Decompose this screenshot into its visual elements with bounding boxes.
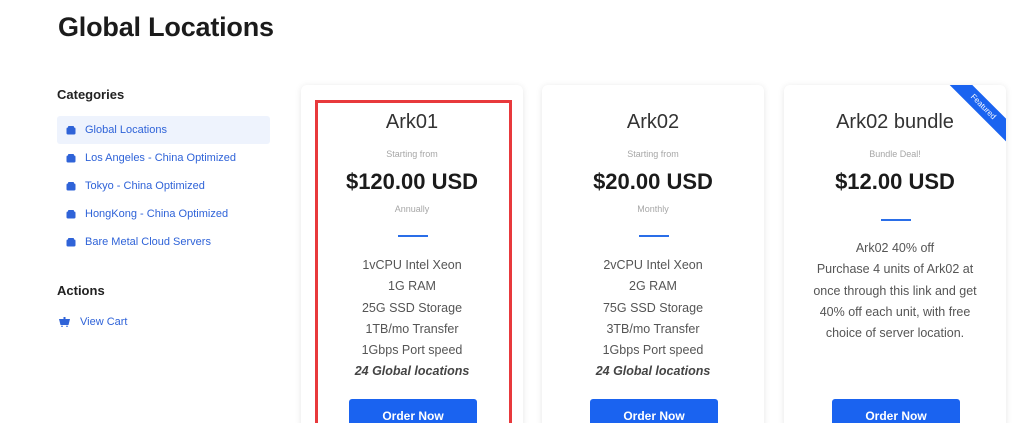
divider	[398, 235, 428, 237]
description-line: Purchase 4 units of Ark02 at	[816, 262, 974, 277]
description-line: once through this link and get	[813, 283, 977, 298]
category-tokyo[interactable]: Tokyo - China Optimized	[57, 172, 270, 200]
order-now-button[interactable]: Order Now	[832, 399, 960, 423]
price-prefix: Starting from	[386, 149, 438, 159]
product-price: $20.00 USD	[593, 169, 713, 194]
product-card-ark02-bundle: Featured Ark02 bundle Bundle Deal! $12.0…	[784, 85, 1006, 423]
category-label: Global Locations	[85, 124, 167, 136]
category-label: Tokyo - China Optimized	[85, 180, 205, 192]
category-global-locations[interactable]: Global Locations	[57, 116, 270, 144]
categories-list: Global Locations Los Angeles - China Opt…	[57, 116, 270, 256]
product-price: $120.00 USD	[345, 169, 479, 194]
description-line: 40% off each unit, with free	[819, 304, 971, 319]
product-name: Ark02	[626, 111, 680, 133]
product-name: Ark01	[385, 111, 439, 133]
billing-cycle: Annually	[394, 204, 430, 214]
divider	[639, 235, 669, 237]
feature-item: 2G RAM	[629, 279, 677, 294]
locations-feature: 24 Global locations	[595, 364, 711, 379]
cube-icon	[66, 209, 76, 218]
category-bare-metal[interactable]: Bare Metal Cloud Servers	[57, 228, 270, 256]
feature-item: 1Gbps Port speed	[602, 343, 704, 358]
actions-block: Actions View Cart	[57, 282, 270, 336]
product-card-ark02: Ark02 Starting from $20.00 USD Monthly 2…	[542, 85, 764, 423]
feature-item: 3TB/mo Transfer	[606, 321, 700, 336]
feature-item: 1Gbps Port speed	[361, 343, 463, 358]
feature-item: 1TB/mo Transfer	[365, 321, 459, 336]
description-line: choice of server location.	[825, 326, 965, 341]
description-line: Ark02 40% off	[855, 241, 935, 255]
cube-icon	[66, 181, 76, 190]
page-title: Global Locations	[58, 12, 274, 42]
actions-heading: Actions	[57, 283, 105, 298]
cube-icon	[66, 237, 76, 246]
order-now-button[interactable]: Order Now	[590, 399, 718, 423]
feature-list: 1vCPU Intel Xeon 1G RAM 25G SSD Storage …	[301, 255, 523, 383]
order-now-button[interactable]: Order Now	[349, 399, 477, 423]
product-price: $12.00 USD	[835, 169, 955, 194]
feature-item: 75G SSD Storage	[602, 300, 704, 315]
view-cart-label: View Cart	[80, 316, 128, 328]
categories-heading: Categories	[57, 87, 125, 102]
product-card-ark01: Ark01 Starting from $120.00 USD Annually…	[301, 85, 523, 423]
category-los-angeles[interactable]: Los Angeles - China Optimized	[57, 144, 270, 172]
feature-item: 1vCPU Intel Xeon	[362, 258, 462, 272]
product-name: Ark02 bundle	[836, 111, 954, 133]
category-hongkong[interactable]: HongKong - China Optimized	[57, 200, 270, 228]
feature-item: 1G RAM	[388, 279, 436, 294]
feature-list: 2vCPU Intel Xeon 2G RAM 75G SSD Storage …	[542, 255, 764, 383]
divider	[881, 219, 911, 221]
sidebar: Categories Global Locations Los Angeles …	[57, 86, 270, 336]
billing-cycle: Monthly	[637, 204, 669, 214]
locations-feature: 24 Global locations	[354, 364, 470, 379]
cube-icon	[66, 153, 76, 162]
cube-icon	[66, 125, 76, 134]
view-cart-link[interactable]: View Cart	[57, 308, 270, 336]
price-prefix: Starting from	[627, 149, 679, 159]
product-description: Ark02 40% off Purchase 4 units of Ark02 …	[802, 238, 988, 344]
feature-item: 2vCPU Intel Xeon	[603, 258, 703, 272]
cart-icon	[59, 317, 70, 327]
category-label: HongKong - China Optimized	[85, 208, 229, 220]
price-prefix: Bundle Deal!	[869, 149, 921, 159]
category-label: Bare Metal Cloud Servers	[85, 236, 211, 248]
category-label: Los Angeles - China Optimized	[85, 152, 237, 164]
feature-item: 25G SSD Storage	[361, 300, 463, 315]
